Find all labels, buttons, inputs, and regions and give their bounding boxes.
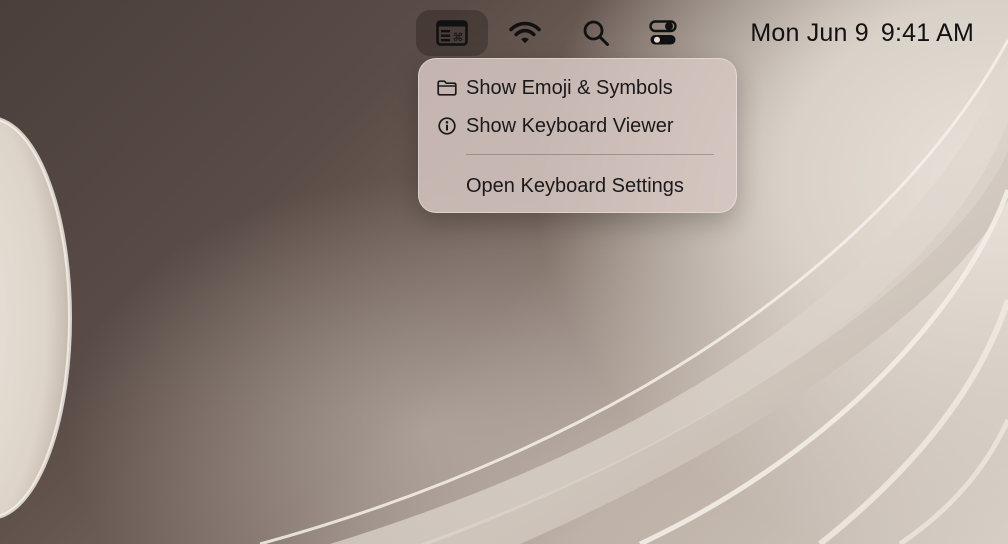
control-center-icon [649, 20, 677, 45]
wifi-icon [509, 21, 541, 44]
keyboard-input-icon: ⌘ [436, 20, 468, 46]
menu-item-open-keyboard-settings[interactable]: Open Keyboard Settings [418, 168, 737, 204]
wifi-status-button[interactable] [504, 10, 546, 56]
clock-time: 9:41 AM [880, 18, 974, 47]
menu-item-show-emoji-symbols[interactable]: Show Emoji & Symbols [418, 70, 737, 106]
input-source-menu: Show Emoji & Symbols Show Keyboard Viewe… [418, 58, 737, 213]
menu-item-label: Show Keyboard Viewer [466, 114, 674, 137]
search-icon [583, 20, 609, 46]
svg-text:⌘: ⌘ [453, 31, 464, 44]
menu-bar-clock[interactable]: Mon Jun 9 9:41 AM [718, 10, 974, 56]
menu-item-label: Show Emoji & Symbols [466, 76, 673, 99]
menu-bar: ⌘ Mon Jun 9 9:41 AM [0, 0, 1008, 66]
clock-date: Mon Jun 9 [750, 18, 869, 47]
menu-separator [466, 154, 714, 155]
menu-item-label: Open Keyboard Settings [466, 174, 684, 197]
info-circle-icon [437, 116, 457, 136]
input-menu-button[interactable]: ⌘ [416, 10, 488, 56]
menu-item-show-keyboard-viewer[interactable]: Show Keyboard Viewer [418, 108, 737, 144]
folder-icon [437, 78, 457, 98]
control-center-button[interactable] [642, 10, 684, 56]
spotlight-search-button[interactable] [575, 10, 617, 56]
